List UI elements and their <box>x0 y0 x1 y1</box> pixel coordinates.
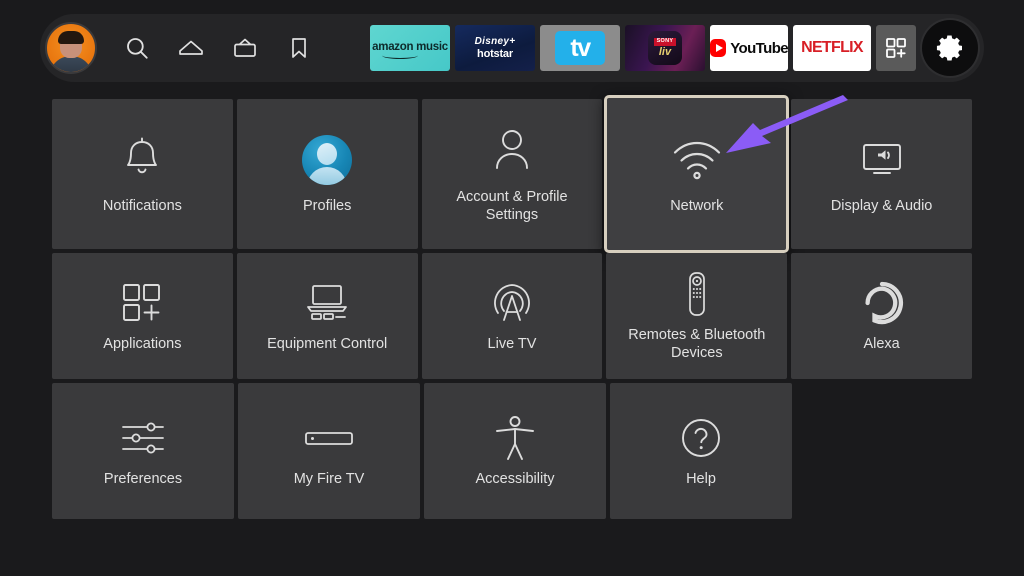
settings-tile-grid: Notifications Profiles Account & Profile… <box>52 95 972 519</box>
home-icon[interactable] <box>177 34 205 62</box>
settings-tile-label: Help <box>686 470 716 487</box>
amazon-smile-icon <box>382 52 418 59</box>
bookmark-icon[interactable] <box>285 34 313 62</box>
settings-tile-label: Network <box>670 197 724 214</box>
settings-tile-label: Equipment Control <box>267 335 388 352</box>
tv-equipment-icon <box>300 279 354 327</box>
settings-tile-alexa[interactable]: Alexa <box>791 253 972 379</box>
settings-tile-preferences[interactable]: Preferences <box>52 383 234 519</box>
apps-grid-plus-icon <box>886 38 906 58</box>
app-youtube[interactable]: YouTube <box>710 25 788 71</box>
top-navigation-bar: amazon music Disney+ hotstar tv SONY liv… <box>40 14 984 82</box>
app-sony-liv[interactable]: SONY liv <box>625 25 705 71</box>
settings-tile-account-profile-settings[interactable]: Account & Profile Settings <box>421 99 603 249</box>
settings-tile-label: Display & Audio <box>830 197 933 214</box>
app-netflix[interactable]: NETFLIX <box>793 25 871 71</box>
wifi-icon <box>669 133 725 187</box>
settings-tile-label: Profiles <box>303 197 352 214</box>
app-amazon-music[interactable]: amazon music <box>370 25 450 71</box>
settings-tile-network[interactable]: Network <box>604 95 790 253</box>
fire-tv-stick-icon <box>303 414 355 462</box>
settings-tile-label: Account & Profile Settings <box>456 188 568 223</box>
display-speaker-icon <box>855 133 909 187</box>
app-liv-label: liv <box>658 46 672 59</box>
settings-tile-equipment-control[interactable]: Equipment Control <box>236 253 418 379</box>
settings-row-3: Preferences My Fire TV Accessibility Hel… <box>52 383 972 519</box>
settings-tile-live-tv[interactable]: Live TV <box>421 253 603 379</box>
app-shortcut-row: amazon music Disney+ hotstar tv SONY liv… <box>370 25 916 71</box>
avatar-body <box>49 56 93 72</box>
alexa-ring-icon <box>859 279 905 327</box>
settings-tile-label: Alexa <box>863 335 900 352</box>
accessibility-icon <box>493 414 537 462</box>
settings-tile-label: Live TV <box>487 335 537 352</box>
settings-tile-my-fire-tv[interactable]: My Fire TV <box>238 383 420 519</box>
nav-icon-group <box>123 34 313 62</box>
settings-tile-label: Accessibility <box>475 470 555 487</box>
fire-tv-settings-screen: amazon music Disney+ hotstar tv SONY liv… <box>0 0 1024 576</box>
settings-tile-help[interactable]: Help <box>610 383 792 519</box>
settings-gear-button[interactable] <box>922 20 978 76</box>
profile-avatar-icon <box>302 133 353 187</box>
settings-tile-label: Applications <box>103 335 182 352</box>
settings-tile-label: Remotes & Bluetooth Devices <box>628 326 766 361</box>
settings-tile-applications[interactable]: Applications <box>52 253 233 379</box>
avatar-hair <box>58 31 84 45</box>
settings-tile-label: Notifications <box>102 197 182 214</box>
sony-liv-logo: SONY liv <box>648 31 682 65</box>
profile-avatar[interactable] <box>45 22 97 74</box>
app-apple-tv-label: tv <box>555 31 605 65</box>
person-icon <box>489 124 535 178</box>
settings-tile-notifications[interactable]: Notifications <box>52 99 233 249</box>
settings-row-2: Applications Equipment Control Live TV R… <box>52 253 972 379</box>
bell-icon <box>118 133 166 187</box>
live-tv-icon[interactable] <box>231 34 259 62</box>
app-sony-label: SONY <box>653 37 677 47</box>
remote-control-icon <box>682 270 712 318</box>
settings-tile-label: Preferences <box>103 470 183 487</box>
app-hotstar-disney-label: Disney+ <box>474 36 516 47</box>
settings-tile-remotes-bluetooth-devices[interactable]: Remotes & Bluetooth Devices <box>606 253 788 379</box>
settings-tile-display-audio[interactable]: Display & Audio <box>791 99 972 249</box>
settings-tile-label: My Fire TV <box>293 470 365 487</box>
settings-row-1: Notifications Profiles Account & Profile… <box>52 95 972 253</box>
settings-tile-accessibility[interactable]: Accessibility <box>424 383 606 519</box>
app-disney-hotstar[interactable]: Disney+ hotstar <box>455 25 535 71</box>
gear-icon <box>936 35 962 61</box>
sliders-icon <box>118 414 168 462</box>
apps-grid-plus-icon <box>120 279 164 327</box>
app-hotstar-label: hotstar <box>477 48 513 60</box>
youtube-play-icon <box>710 39 727 57</box>
question-circle-icon <box>678 414 724 462</box>
app-netflix-label: NETFLIX <box>801 39 863 56</box>
broadcast-tower-icon <box>487 279 537 327</box>
app-youtube-label: YouTube <box>730 39 788 57</box>
search-icon[interactable] <box>123 34 151 62</box>
app-grid-more-button[interactable] <box>876 25 916 71</box>
settings-tile-profiles[interactable]: Profiles <box>236 99 418 249</box>
app-apple-tv[interactable]: tv <box>540 25 620 71</box>
